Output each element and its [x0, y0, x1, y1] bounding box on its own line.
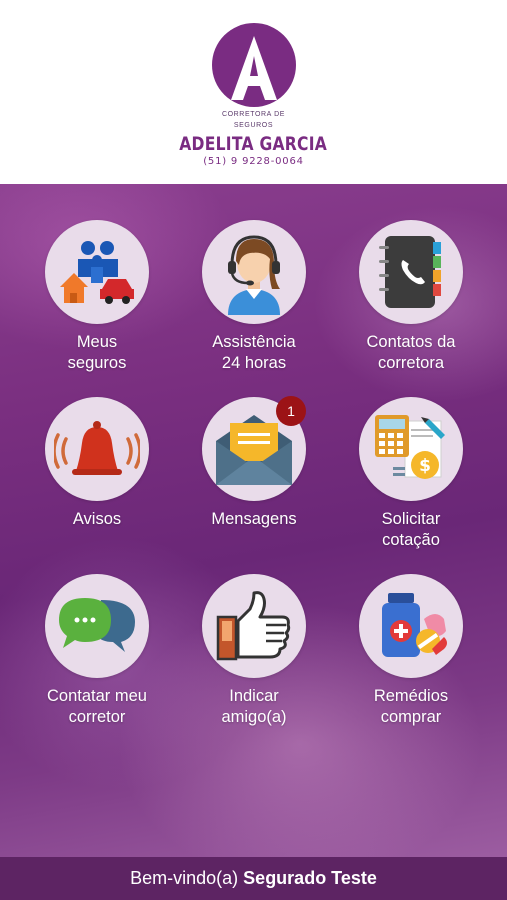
- menu-item-label: Remédios comprar: [373, 687, 449, 726]
- brand-tagline-1: CORRETORA DE: [221, 111, 286, 118]
- brand-tagline-2: SEGUROS: [233, 122, 274, 129]
- headset-agent-icon: [228, 235, 280, 315]
- unread-count-badge: 1: [276, 396, 306, 426]
- menu-item-indicar-amigo[interactable]: Indicar amigo(a): [179, 574, 329, 728]
- svg-text:$: $: [419, 456, 431, 476]
- family-home-car-icon: [60, 241, 134, 304]
- thumbs-up-icon: [216, 591, 291, 661]
- calculator-quote-icon: $: [375, 415, 445, 479]
- welcome-user-name: Segurado Teste: [243, 868, 377, 888]
- menu-item-label: Assistência 24 horas: [212, 333, 296, 372]
- menu-item-remedios[interactable]: Remédios comprar: [336, 574, 486, 728]
- brand-phone: (51) 9 9228-0064: [203, 156, 304, 167]
- welcome-footer: Bem-vindo(a) Segurado Teste: [0, 857, 507, 900]
- menu-item-label: Avisos: [72, 510, 122, 528]
- menu-item-assistencia[interactable]: Assistência 24 horas: [179, 220, 329, 374]
- chat-bubbles-icon: [59, 598, 135, 652]
- alarm-bell-icon: [54, 421, 140, 475]
- menu-grid: Meus seguros Assistência 24 horas Contat…: [0, 184, 507, 857]
- menu-item-label: Solicitar cotação: [381, 510, 441, 549]
- brand-name: ADELITA GARCIA: [179, 133, 328, 155]
- app-header: CORRETORA DE SEGUROS ADELITA GARCIA (51)…: [0, 0, 507, 184]
- menu-item-mensagens[interactable]: 1 Mensagens: [179, 396, 329, 530]
- menu-item-label: Indicar amigo(a): [221, 687, 287, 726]
- brand-logo-mark: [211, 23, 296, 107]
- welcome-greeting: Bem-vindo(a): [130, 868, 239, 888]
- main-menu-area: Meus seguros Assistência 24 horas Contat…: [0, 184, 507, 857]
- menu-item-label: Mensagens: [211, 510, 297, 528]
- phonebook-icon: [379, 236, 441, 308]
- menu-item-contatar-corretor[interactable]: Contatar meu corretor: [22, 574, 172, 728]
- menu-item-label: Contatos da corretora: [366, 333, 456, 372]
- menu-item-meus-seguros[interactable]: Meus seguros: [22, 220, 172, 374]
- menu-item-label: Meus seguros: [67, 333, 127, 372]
- menu-item-label: Contatar meu corretor: [47, 687, 147, 726]
- menu-item-solicitar-cotacao[interactable]: $ Solicitar cotação: [336, 397, 486, 551]
- medicine-icon: [382, 593, 447, 657]
- brand-logo: CORRETORA DE SEGUROS ADELITA GARCIA (51)…: [0, 22, 507, 167]
- menu-item-contatos[interactable]: Contatos da corretora: [336, 220, 486, 374]
- menu-item-avisos[interactable]: Avisos: [22, 397, 172, 530]
